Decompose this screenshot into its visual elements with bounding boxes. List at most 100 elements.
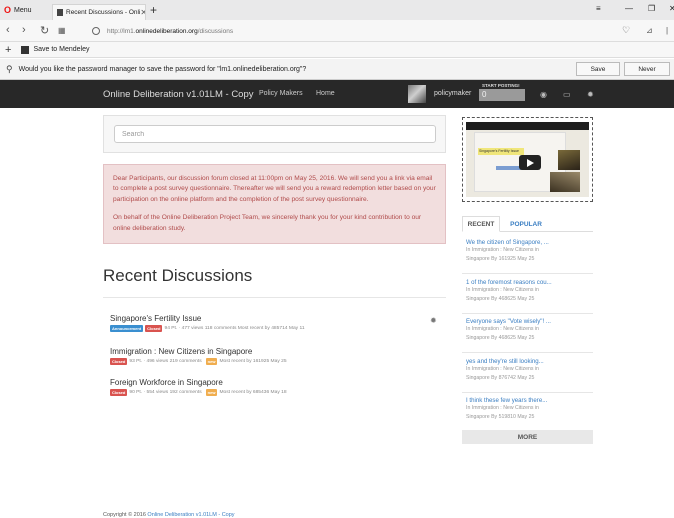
never-button[interactable]: Never — [624, 62, 670, 76]
address-bar: ‹ › ↻ ▦ http://lm1. onlinedeliberation.or… — [0, 20, 674, 42]
divider — [462, 313, 593, 314]
divider — [462, 273, 593, 274]
password-prompt: Would you like the password manager to s… — [18, 65, 307, 73]
document-icon — [57, 9, 63, 16]
discussion-stats: 94 Pt. · 477 views 118 comments Most rec… — [164, 326, 305, 331]
recent-post-item[interactable]: I think these few years there... In Immi… — [466, 397, 591, 421]
closed-badge: Closed — [145, 325, 163, 332]
announcement-badge: Announcement — [110, 325, 144, 332]
discussion-meta: Announcement Closed 94 Pt. · 477 views 1… — [110, 325, 440, 332]
tab-menu-icon[interactable]: ≡ — [596, 4, 601, 13]
close-tab-icon[interactable]: ✕ — [140, 8, 145, 17]
recent-post-title[interactable]: I think these few years there... — [466, 397, 591, 404]
footer: Copyright © 2016 Online Deliberation v1.… — [103, 512, 235, 518]
browser-tab[interactable]: Recent Discussions - Onli ✕ — [52, 4, 146, 20]
recent-post-item[interactable]: yes and they're still looking... In Immi… — [466, 358, 591, 382]
speed-dial-icon[interactable]: ▦ — [58, 26, 66, 35]
heart-icon[interactable]: ♡ — [622, 25, 630, 36]
username[interactable]: policymaker — [434, 90, 471, 97]
discussion-title[interactable]: Foreign Workforce in Singapore — [110, 378, 440, 387]
nav-home[interactable]: Home — [316, 90, 335, 97]
closed-badge: Closed — [110, 389, 128, 396]
avatar[interactable] — [408, 85, 426, 103]
tab-recent[interactable]: RECENT — [462, 216, 500, 232]
play-icon[interactable] — [519, 155, 541, 170]
window-close-icon[interactable]: ✕ — [669, 4, 674, 13]
footer-link[interactable]: Online Deliberation v1.01LM - Copy — [147, 512, 234, 518]
bookmarks-bar: + Save to Mendeley — [0, 42, 674, 58]
discussion-meta: Closed 90 Pt. · 554 views 192 comments n… — [110, 389, 440, 396]
compass-icon[interactable]: ◉ — [540, 90, 547, 99]
tab-popular[interactable]: POPULAR — [504, 216, 548, 232]
discussion-item[interactable]: Foreign Workforce in Singapore Closed 90… — [110, 378, 440, 396]
discussion-stats: 90 Pt. · 554 views 192 comments — [129, 390, 202, 395]
browser-tab-bar: O Menu Recent Discussions - Onli ✕ + ≡ —… — [0, 0, 674, 20]
inbox-icon[interactable]: ▭ — [563, 90, 571, 99]
extension-icon[interactable]: | — [666, 26, 668, 35]
video-header — [466, 122, 589, 130]
video-embed[interactable]: Singapore's Fertility Issue — [462, 117, 593, 202]
site-brand[interactable]: Online Deliberation v1.01LM - Copy — [103, 89, 254, 100]
add-bookmark-icon[interactable]: + — [5, 44, 11, 56]
start-posting-counter[interactable]: 0 — [479, 89, 525, 101]
recent-post-meta: Singapore By 161925 May 25 — [466, 255, 535, 262]
restore-icon[interactable]: ❐ — [648, 4, 655, 13]
url-prefix: http://lm1. — [107, 27, 136, 35]
mendeley-icon — [21, 45, 30, 54]
video-thumbnail: Singapore's Fertility Issue — [466, 122, 589, 197]
recent-post-meta: In Immigration : New Citizens in — [466, 247, 539, 253]
more-button[interactable]: MORE — [462, 430, 593, 444]
discussion-title[interactable]: Singapore's Fertility Issue — [110, 314, 440, 323]
minimize-icon[interactable]: — — [625, 4, 633, 13]
bookmark-mendeley[interactable]: Save to Mendeley — [33, 46, 89, 53]
site-navbar: Online Deliberation v1.01LM - Copy Polic… — [0, 80, 674, 108]
recent-post-meta: Singapore By 468625 May 25 — [466, 295, 535, 302]
divider — [462, 352, 593, 353]
reload-icon[interactable]: ↻ — [40, 24, 49, 37]
recent-post-title[interactable]: yes and they're still looking... — [466, 358, 591, 365]
recent-post-title[interactable]: Everyone says "Vote wisely"! ... — [466, 318, 591, 325]
new-tab-icon[interactable]: + — [150, 3, 157, 17]
nav-policy-makers[interactable]: Policy Makers — [259, 90, 303, 97]
recent-post-meta: In Immigration : New Citizens in — [466, 405, 539, 411]
recent-post-meta: Singapore By 468625 May 25 — [466, 334, 535, 341]
url-field[interactable]: http://lm1. onlinedeliberation.org/discus… — [92, 23, 668, 39]
key-icon: ⚲ — [6, 63, 13, 74]
discussion-stats: 93 Pt. · 496 views 219 comments — [129, 359, 202, 364]
opera-logo-icon: O — [4, 5, 12, 15]
recent-post-meta: In Immigration : New Citizens in — [466, 287, 539, 293]
discussion-options-icon[interactable]: ✹ — [430, 316, 437, 325]
recent-post-title[interactable]: We the citizen of Singapore, ... — [466, 239, 591, 246]
alert-paragraph-1: Dear Participants, our discussion forum … — [113, 175, 436, 203]
search-panel — [103, 115, 446, 153]
recent-post-meta: Singapore By 519810 May 25 — [466, 413, 535, 420]
closed-badge: Closed — [110, 358, 128, 365]
forum-closed-alert: Dear Participants, our discussion forum … — [103, 164, 446, 244]
recent-post-item[interactable]: We the citizen of Singapore, ... In Immi… — [466, 239, 591, 263]
video-image — [558, 150, 580, 170]
recent-post-meta: In Immigration : New Citizens in — [466, 366, 539, 372]
recent-post-meta: Singapore By 876742 May 25 — [466, 374, 535, 381]
settings-gear-icon[interactable]: ✹ — [587, 90, 594, 99]
alert-paragraph-2: On behalf of the Online Deliberation Pro… — [113, 214, 422, 232]
search-input[interactable] — [114, 125, 436, 143]
rss-icon[interactable]: ⊿ — [646, 26, 653, 35]
divider — [103, 297, 446, 298]
recent-post-title[interactable]: 1 of the foremost reasons cou... — [466, 279, 591, 286]
sidebar-tabs: RECENT POPULAR — [462, 216, 593, 232]
discussion-title[interactable]: Immigration : New Citizens in Singapore — [110, 347, 440, 356]
browser-menu-button[interactable]: O Menu — [4, 5, 32, 15]
forward-icon[interactable]: › — [22, 24, 26, 36]
discussion-item[interactable]: Singapore's Fertility Issue Announcement… — [110, 314, 440, 332]
discussion-recent: Most recent by 685436 May 18 — [219, 390, 287, 395]
discussion-item[interactable]: Immigration : New Citizens in Singapore … — [110, 347, 440, 365]
start-posting-label: START POSTING! — [482, 83, 520, 88]
video-caption: Singapore's Fertility Issue — [478, 148, 524, 155]
save-password-button[interactable]: Save — [576, 62, 620, 76]
recent-post-item[interactable]: 1 of the foremost reasons cou... In Immi… — [466, 279, 591, 303]
video-image — [550, 172, 580, 192]
back-icon[interactable]: ‹ — [6, 24, 10, 36]
globe-icon — [92, 27, 100, 35]
menu-label: Menu — [14, 6, 32, 14]
recent-post-item[interactable]: Everyone says "Vote wisely"! ... In Immi… — [466, 318, 591, 342]
